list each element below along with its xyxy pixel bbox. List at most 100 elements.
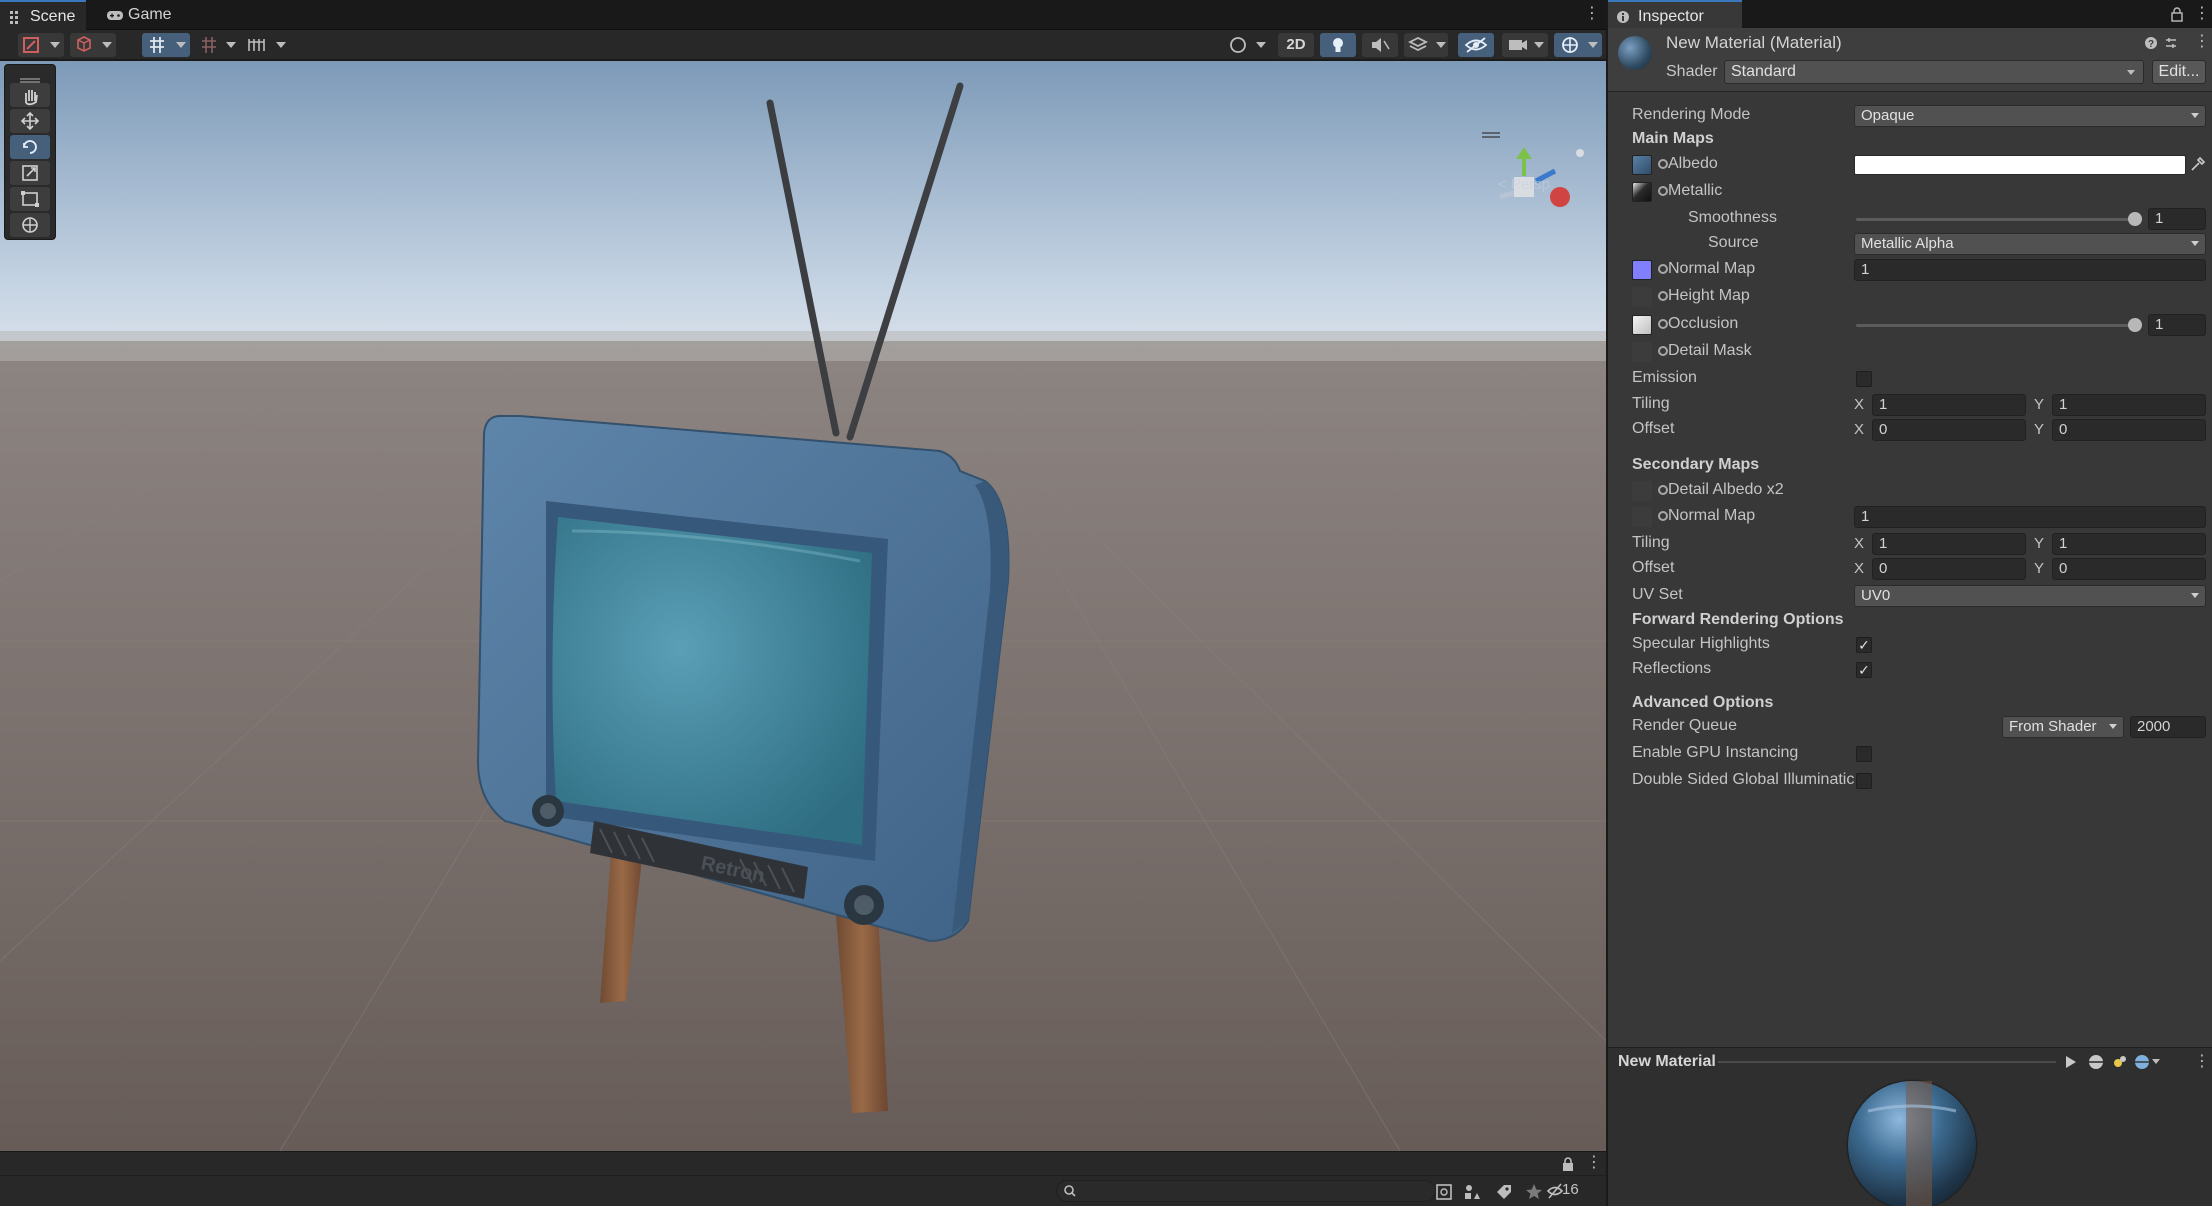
chevron-down-icon[interactable] xyxy=(2152,1059,2160,1064)
texture-picker-icon[interactable] xyxy=(1658,319,1668,329)
gpu-instancing-row: Enable GPU Instancing xyxy=(1608,741,2212,767)
normal-map-texture-slot[interactable] xyxy=(1632,260,1652,280)
lock-icon[interactable] xyxy=(1560,1156,1576,1172)
lighting-toggle[interactable] xyxy=(1320,33,1356,57)
secondary-offset-y-input[interactable]: 0 xyxy=(2052,558,2206,580)
secondary-normal-map-texture-slot[interactable] xyxy=(1632,507,1652,527)
scene-viewport[interactable]: Retron xyxy=(0,61,1606,1151)
draw-mode-dropdown[interactable] xyxy=(18,33,64,57)
shading-dropdown[interactable] xyxy=(1224,33,1272,57)
secondary-tiling-y-input[interactable]: 1 xyxy=(2052,533,2206,555)
detail-mask-texture-slot[interactable] xyxy=(1632,342,1652,362)
tab-scene[interactable]: Scene xyxy=(0,0,86,30)
texture-picker-icon[interactable] xyxy=(1658,264,1668,274)
scene-visibility-toggle[interactable] xyxy=(1458,33,1494,57)
scale-tool[interactable] xyxy=(10,161,50,185)
smoothness-input[interactable]: 1 xyxy=(2148,208,2206,230)
presets-icon[interactable] xyxy=(2164,36,2178,50)
render-mode-dropdown[interactable] xyxy=(70,33,116,57)
emission-checkbox[interactable] xyxy=(1856,371,1872,387)
secondary-offset-x-input[interactable]: 0 xyxy=(1872,558,2026,580)
secondary-tiling-x-input[interactable]: 1 xyxy=(1872,533,2026,555)
metallic-texture-slot[interactable] xyxy=(1632,182,1652,202)
tab-inspector[interactable]: Inspector xyxy=(1608,0,1742,30)
occlusion-slider-knob[interactable] xyxy=(2128,318,2142,332)
rendering-mode-dropdown[interactable]: Opaque xyxy=(1854,105,2206,127)
occlusion-texture-slot[interactable] xyxy=(1632,315,1652,335)
star-icon[interactable] xyxy=(1524,1182,1544,1202)
effects-dropdown[interactable] xyxy=(1404,33,1448,57)
move-tool[interactable] xyxy=(10,109,50,133)
eyedropper-icon[interactable] xyxy=(2188,155,2206,173)
double-sided-gi-checkbox[interactable] xyxy=(1856,773,1872,789)
preview-header[interactable]: New Material ⋮ xyxy=(1608,1047,2212,1075)
specular-highlights-checkbox[interactable]: ✓ xyxy=(1856,637,1872,653)
source-dropdown[interactable]: Metallic Alpha xyxy=(1854,233,2206,255)
texture-picker-icon[interactable] xyxy=(1658,291,1668,301)
transform-tool[interactable] xyxy=(10,213,50,237)
scene-menu-icon[interactable]: ⋮ xyxy=(1584,4,1600,24)
hierarchy-search-bar: 16 xyxy=(0,1175,1606,1206)
grid-snap-dropdown[interactable] xyxy=(142,33,190,57)
rect-tool[interactable] xyxy=(10,187,50,211)
projection-label[interactable]: < Persp xyxy=(1498,176,1550,193)
overlay-menu-icon[interactable]: ⋮ xyxy=(1586,1153,1602,1173)
scene-search-input[interactable] xyxy=(1056,1180,1436,1202)
secondary-normal-map-scale-input[interactable]: 1 xyxy=(1854,506,2206,528)
forward-rendering-header-row: Forward Rendering Options xyxy=(1608,608,2212,634)
texture-picker-icon[interactable] xyxy=(1658,346,1668,356)
texture-picker-icon[interactable] xyxy=(1658,159,1668,169)
tab-game[interactable]: Game xyxy=(98,0,184,30)
preview-splitter[interactable] xyxy=(1718,1061,2056,1063)
main-tiling-y-input[interactable]: 1 xyxy=(2052,394,2206,416)
reflections-label: Reflections xyxy=(1632,660,1712,677)
lock-icon[interactable] xyxy=(2170,6,2184,22)
play-icon[interactable] xyxy=(2062,1054,2078,1070)
texture-picker-icon[interactable] xyxy=(1658,485,1668,495)
tag-icon[interactable] xyxy=(1494,1182,1514,1202)
smoothness-slider-knob[interactable] xyxy=(2128,212,2142,226)
rotate-tool[interactable] xyxy=(10,135,50,159)
tool-palette-handle[interactable] xyxy=(10,71,50,83)
reflections-checkbox[interactable]: ✓ xyxy=(1856,662,1872,678)
lights-icon[interactable] xyxy=(2112,1054,2128,1070)
shapes-filter-icon[interactable] xyxy=(1462,1182,1482,1202)
help-icon[interactable]: ? xyxy=(2144,36,2158,50)
camera-dropdown[interactable] xyxy=(1502,33,1548,57)
main-offset-x-input[interactable]: 0 xyxy=(1872,419,2026,441)
shader-dropdown[interactable]: Standard xyxy=(1724,60,2144,84)
gpu-instancing-checkbox[interactable] xyxy=(1856,746,1872,762)
hand-tool[interactable] xyxy=(10,83,50,107)
material-preview-area[interactable] xyxy=(1608,1075,2212,1206)
smoothness-slider-track[interactable] xyxy=(1856,218,2140,221)
uv-set-dropdown[interactable]: UV0 xyxy=(1854,585,2206,607)
main-offset-y-input[interactable]: 0 xyxy=(2052,419,2206,441)
occlusion-slider-track[interactable] xyxy=(1856,324,2140,327)
occlusion-input[interactable]: 1 xyxy=(2148,314,2206,336)
height-map-texture-slot[interactable] xyxy=(1632,287,1652,307)
albedo-texture-slot[interactable] xyxy=(1632,155,1652,175)
normal-map-scale-input[interactable]: 1 xyxy=(1854,259,2206,281)
main-tiling-x-input[interactable]: 1 xyxy=(1872,394,2026,416)
preview-menu-icon[interactable]: ⋮ xyxy=(2194,1052,2210,1072)
edit-shader-button[interactable]: Edit... xyxy=(2152,60,2206,84)
gizmos-dropdown[interactable] xyxy=(1554,33,1602,57)
audio-toggle[interactable] xyxy=(1362,33,1398,57)
albedo-color-field[interactable] xyxy=(1854,155,2186,175)
render-queue-mode-dropdown[interactable]: From Shader xyxy=(2002,716,2124,738)
material-menu-icon[interactable]: ⋮ xyxy=(2194,32,2210,52)
preview-texture-overlay xyxy=(1867,1081,1957,1206)
normal-map-row: Normal Map 1 xyxy=(1608,257,2212,283)
scene-toolbar: 2D xyxy=(0,30,1606,60)
preview-shape-icon[interactable] xyxy=(2134,1054,2150,1070)
toggle-2d-button[interactable]: 2D xyxy=(1278,33,1314,57)
detail-albedo-texture-slot[interactable] xyxy=(1632,481,1652,501)
texture-picker-icon[interactable] xyxy=(1658,511,1668,521)
sphere-preview-icon[interactable] xyxy=(2088,1054,2104,1070)
render-queue-input[interactable]: 2000 xyxy=(2130,716,2206,738)
search-filter-icon[interactable] xyxy=(1434,1182,1454,1202)
increment-snap-dropdown[interactable] xyxy=(196,33,238,57)
grid-visibility-dropdown[interactable] xyxy=(244,33,292,57)
inspector-menu-icon[interactable]: ⋮ xyxy=(2194,4,2210,24)
texture-picker-icon[interactable] xyxy=(1658,186,1668,196)
